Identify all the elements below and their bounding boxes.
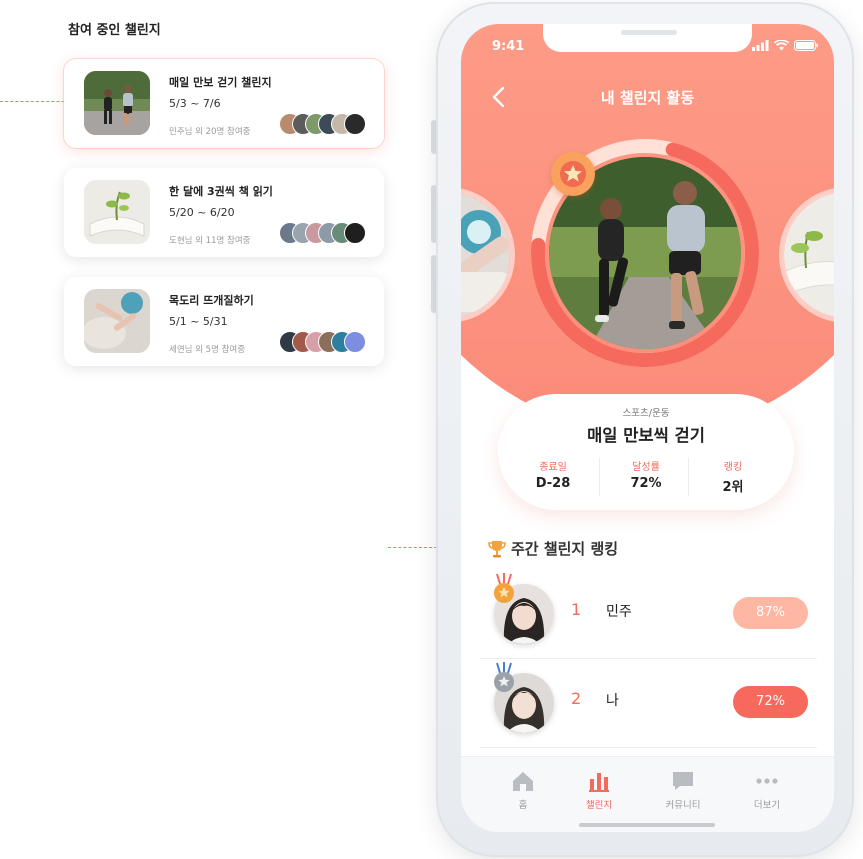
- tab-community[interactable]: 커뮤니티: [648, 769, 718, 811]
- participant-avatars: [279, 113, 366, 135]
- participating-challenges-title: 참여 중인 챌린지: [68, 23, 161, 38]
- ranking-heading: 주간 챌린지 랭킹: [487, 538, 618, 559]
- status-icons: [752, 40, 818, 51]
- rank-percent-badge: 87%: [733, 597, 808, 629]
- rank-percent-badge: 72%: [733, 686, 808, 718]
- challenge-participants: 민주님 외 20명 참여중: [169, 127, 251, 137]
- challenge-date: 5/3 ~ 7/6: [169, 97, 221, 110]
- tab-label: 더보기: [753, 800, 781, 811]
- phone-notch: [543, 24, 752, 52]
- challenge-title: 한 달에 3권씩 책 읽기: [169, 185, 273, 198]
- challenge-category: 스포츠/운동: [622, 408, 670, 419]
- stat-label: 랭킹: [723, 462, 743, 473]
- stat-label: 종료일: [539, 462, 567, 473]
- divider: [480, 747, 817, 748]
- phone-screen: 9:41 내 챌린지 활동 스포츠/운동 매일 만보씩 걷기 종료일 D-28 …: [461, 24, 834, 832]
- challenge-title: 매일 만보 걷기 챌린지: [169, 76, 272, 89]
- challenge-card-walking[interactable]: 매일 만보 걷기 챌린지 5/3 ~ 7/6 민주님 외 20명 참여중: [64, 59, 384, 148]
- stat-value: D-28: [535, 476, 571, 491]
- ranking-row[interactable]: 1 민주 87%: [480, 569, 815, 657]
- tab-label: 홈: [518, 800, 528, 811]
- chat-bubble-icon: [673, 772, 693, 790]
- page-title: 내 챌린지 활동: [600, 89, 695, 107]
- challenge-participants: 도현님 외 11명 참여중: [169, 236, 251, 246]
- ranking-row[interactable]: 2 나 72%: [480, 658, 815, 746]
- more-dots-icon: [756, 778, 778, 784]
- stat-ranking: 랭킹 2위: [688, 458, 778, 495]
- participant-avatars: [279, 331, 366, 353]
- tab-label: 커뮤니티: [665, 800, 701, 811]
- stat-label: 달성률: [632, 462, 660, 473]
- stat-value: 2위: [722, 480, 744, 495]
- tab-home[interactable]: 홈: [488, 769, 558, 811]
- bottom-tab-bar: 홈 챌린지 커뮤니티 더보기: [461, 756, 834, 832]
- star-badge: [551, 152, 595, 196]
- challenge-date: 5/1 ~ 5/31: [169, 315, 228, 328]
- stat-divider: [599, 458, 600, 496]
- challenge-thumbnail: [84, 289, 150, 353]
- stat-value: 72%: [630, 476, 662, 491]
- rank-name: 민주: [606, 604, 632, 620]
- challenge-participants: 세연님 외 5명 참여중: [169, 345, 246, 355]
- stat-achievement: 달성률 72%: [601, 458, 691, 491]
- challenge-title: 목도리 뜨개질하기: [169, 294, 254, 307]
- rank-name: 나: [606, 693, 619, 709]
- status-time: 9:41: [492, 39, 525, 54]
- rank-number: 2: [571, 689, 582, 708]
- rank-number: 1: [571, 600, 582, 619]
- ranking-title: 주간 챌린지 랭킹: [511, 540, 619, 558]
- participant-avatars: [279, 222, 366, 244]
- wifi-icon: [774, 40, 789, 51]
- gold-medal-icon: [494, 573, 514, 603]
- silver-medal-icon: [494, 662, 514, 692]
- challenge-card-knitting[interactable]: 목도리 뜨개질하기 5/1 ~ 5/31 세연님 외 5명 참여중: [64, 277, 384, 366]
- challenge-thumbnail: [84, 71, 150, 135]
- challenge-title: 매일 만보씩 걷기: [587, 426, 705, 445]
- signal-icon: [752, 40, 769, 51]
- challenge-card-reading[interactable]: 한 달에 3권씩 책 읽기 5/20 ~ 6/20 도현님 외 11명 참여중: [64, 168, 384, 257]
- challenge-thumbnail: [84, 180, 150, 244]
- challenge-date: 5/20 ~ 6/20: [169, 206, 235, 219]
- trophy-icon: [488, 540, 506, 557]
- tab-challenge[interactable]: 챌린지: [564, 769, 634, 811]
- home-indicator: [579, 823, 715, 827]
- tab-label: 챌린지: [585, 800, 613, 811]
- battery-icon: [794, 40, 818, 51]
- challenge-info-card: 스포츠/운동 매일 만보씩 걷기 종료일 D-28 달성률 72% 랭킹 2위: [498, 394, 794, 510]
- stat-end-date: 종료일 D-28: [508, 458, 598, 491]
- tab-more[interactable]: 더보기: [732, 769, 802, 811]
- bar-chart-icon: [589, 773, 609, 792]
- home-icon: [513, 772, 533, 791]
